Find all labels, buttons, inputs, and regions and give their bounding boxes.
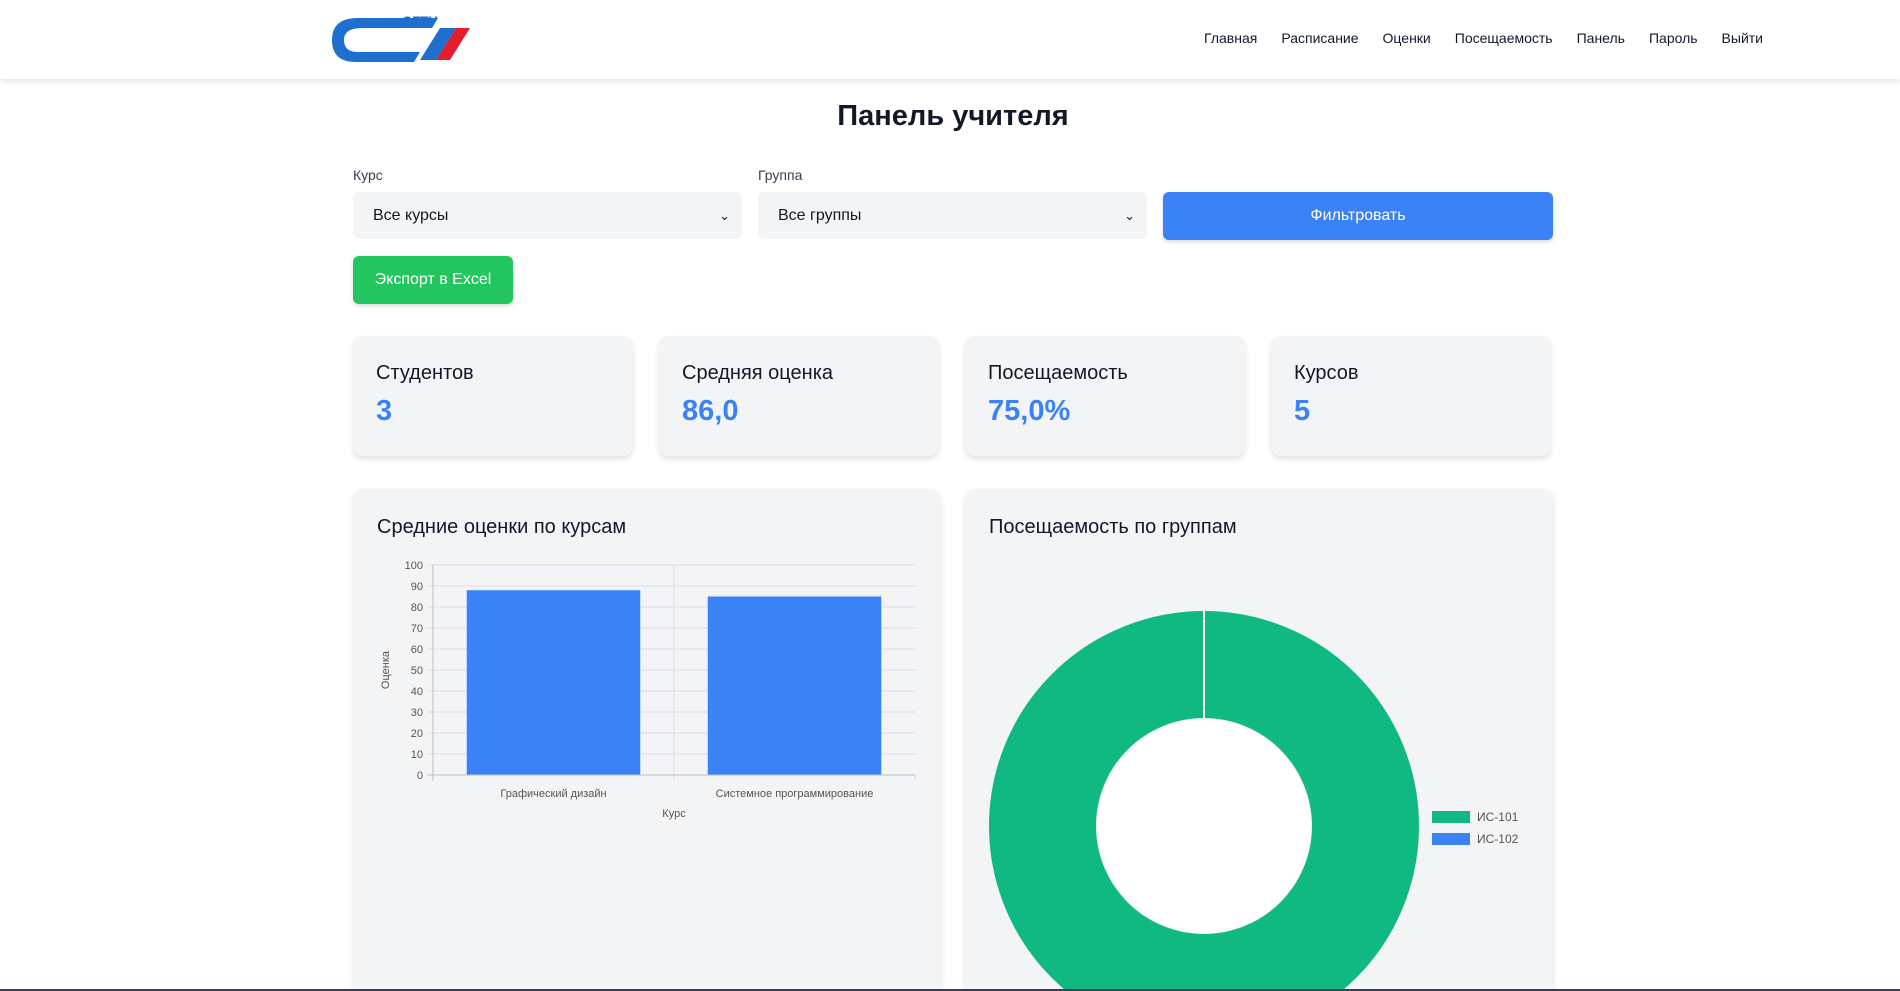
y-axis-label: Оценка [380,650,392,689]
y-tick-label: 60 [411,644,423,656]
y-tick-label: 80 [411,602,423,614]
y-tick-label: 90 [411,581,423,593]
stat-label: Посещаемость [988,362,1128,384]
logo-text: СГТУ [402,13,438,29]
filter-button[interactable]: Фильтровать [1163,192,1553,240]
course-select[interactable]: Все курсы ⌄ [353,192,742,239]
stat-card-courses: Курсов 5 [1271,336,1551,456]
legend-swatch [1432,811,1470,823]
navbar: СГТУ Главная Расписание Оценки Посещаемо… [0,0,1900,79]
y-tick-label: 40 [411,686,423,698]
nav-item-schedule[interactable]: Расписание [1281,30,1358,46]
stat-card-students: Студентов 3 [353,336,633,456]
stat-value: 3 [376,395,393,427]
course-select-value: Все курсы [373,207,449,224]
group-select[interactable]: Все группы ⌄ [758,192,1147,239]
legend-label: ИС-101 [1477,810,1519,824]
bar-chart: 0 10 20 30 40 50 60 70 80 90 100 Графический дизайн… [380,560,916,820]
group-label: Группа [758,167,803,183]
stat-label: Средняя оценка [682,362,834,384]
y-tick-label: 30 [411,707,423,719]
bar [707,596,882,775]
main-nav: Главная Расписание Оценки Посещаемость П… [1204,30,1763,46]
nav-item-panel[interactable]: Панель [1577,30,1625,46]
donut-hole [1097,719,1311,933]
x-tick-label: Системное программирование [716,788,874,800]
chevron-down-icon: ⌄ [719,208,730,223]
course-label: Курс [353,167,383,183]
y-tick-label: 10 [411,749,423,761]
y-tick-label: 70 [411,623,423,635]
nav-item-grades[interactable]: Оценки [1383,30,1431,46]
stat-value: 5 [1294,395,1311,427]
nav-item-logout[interactable]: Выйти [1722,30,1763,46]
legend-swatch [1432,833,1470,845]
page-title: Панель учителя [837,100,1069,132]
group-select-value: Все группы [778,207,862,224]
logo[interactable]: СГТУ [328,12,470,64]
x-axis-label: Курс [662,808,686,820]
stat-card-average-grade: Средняя оценка 86,0 [659,336,939,456]
stat-value: 86,0 [682,395,739,427]
attendance-chart-panel: Посещаемость по группам ИС-101 ИС-102 [965,489,1553,991]
bar [466,590,641,775]
chevron-down-icon: ⌄ [1124,208,1135,223]
y-tick-label: 0 [417,770,423,782]
y-tick-label: 50 [411,665,423,677]
donut-chart: ИС-101 ИС-102 [989,611,1519,991]
grades-chart-panel: Средние оценки по курсам 0 10 20 30 40 50 60 70… [353,489,941,991]
stat-label: Курсов [1294,362,1359,384]
stat-value: 75,0% [988,395,1071,427]
x-tick-label: Графический дизайн [500,788,606,800]
nav-item-password[interactable]: Пароль [1649,30,1698,46]
stat-label: Студентов [376,362,474,384]
export-excel-button[interactable]: Экспорт в Excel [353,256,513,304]
legend-label: ИС-102 [1477,832,1519,846]
nav-item-home[interactable]: Главная [1204,30,1257,46]
y-tick-label: 20 [411,728,423,740]
y-tick-label: 100 [405,560,423,572]
stat-card-attendance: Посещаемость 75,0% [965,336,1245,456]
nav-item-attendance[interactable]: Посещаемость [1455,30,1553,46]
